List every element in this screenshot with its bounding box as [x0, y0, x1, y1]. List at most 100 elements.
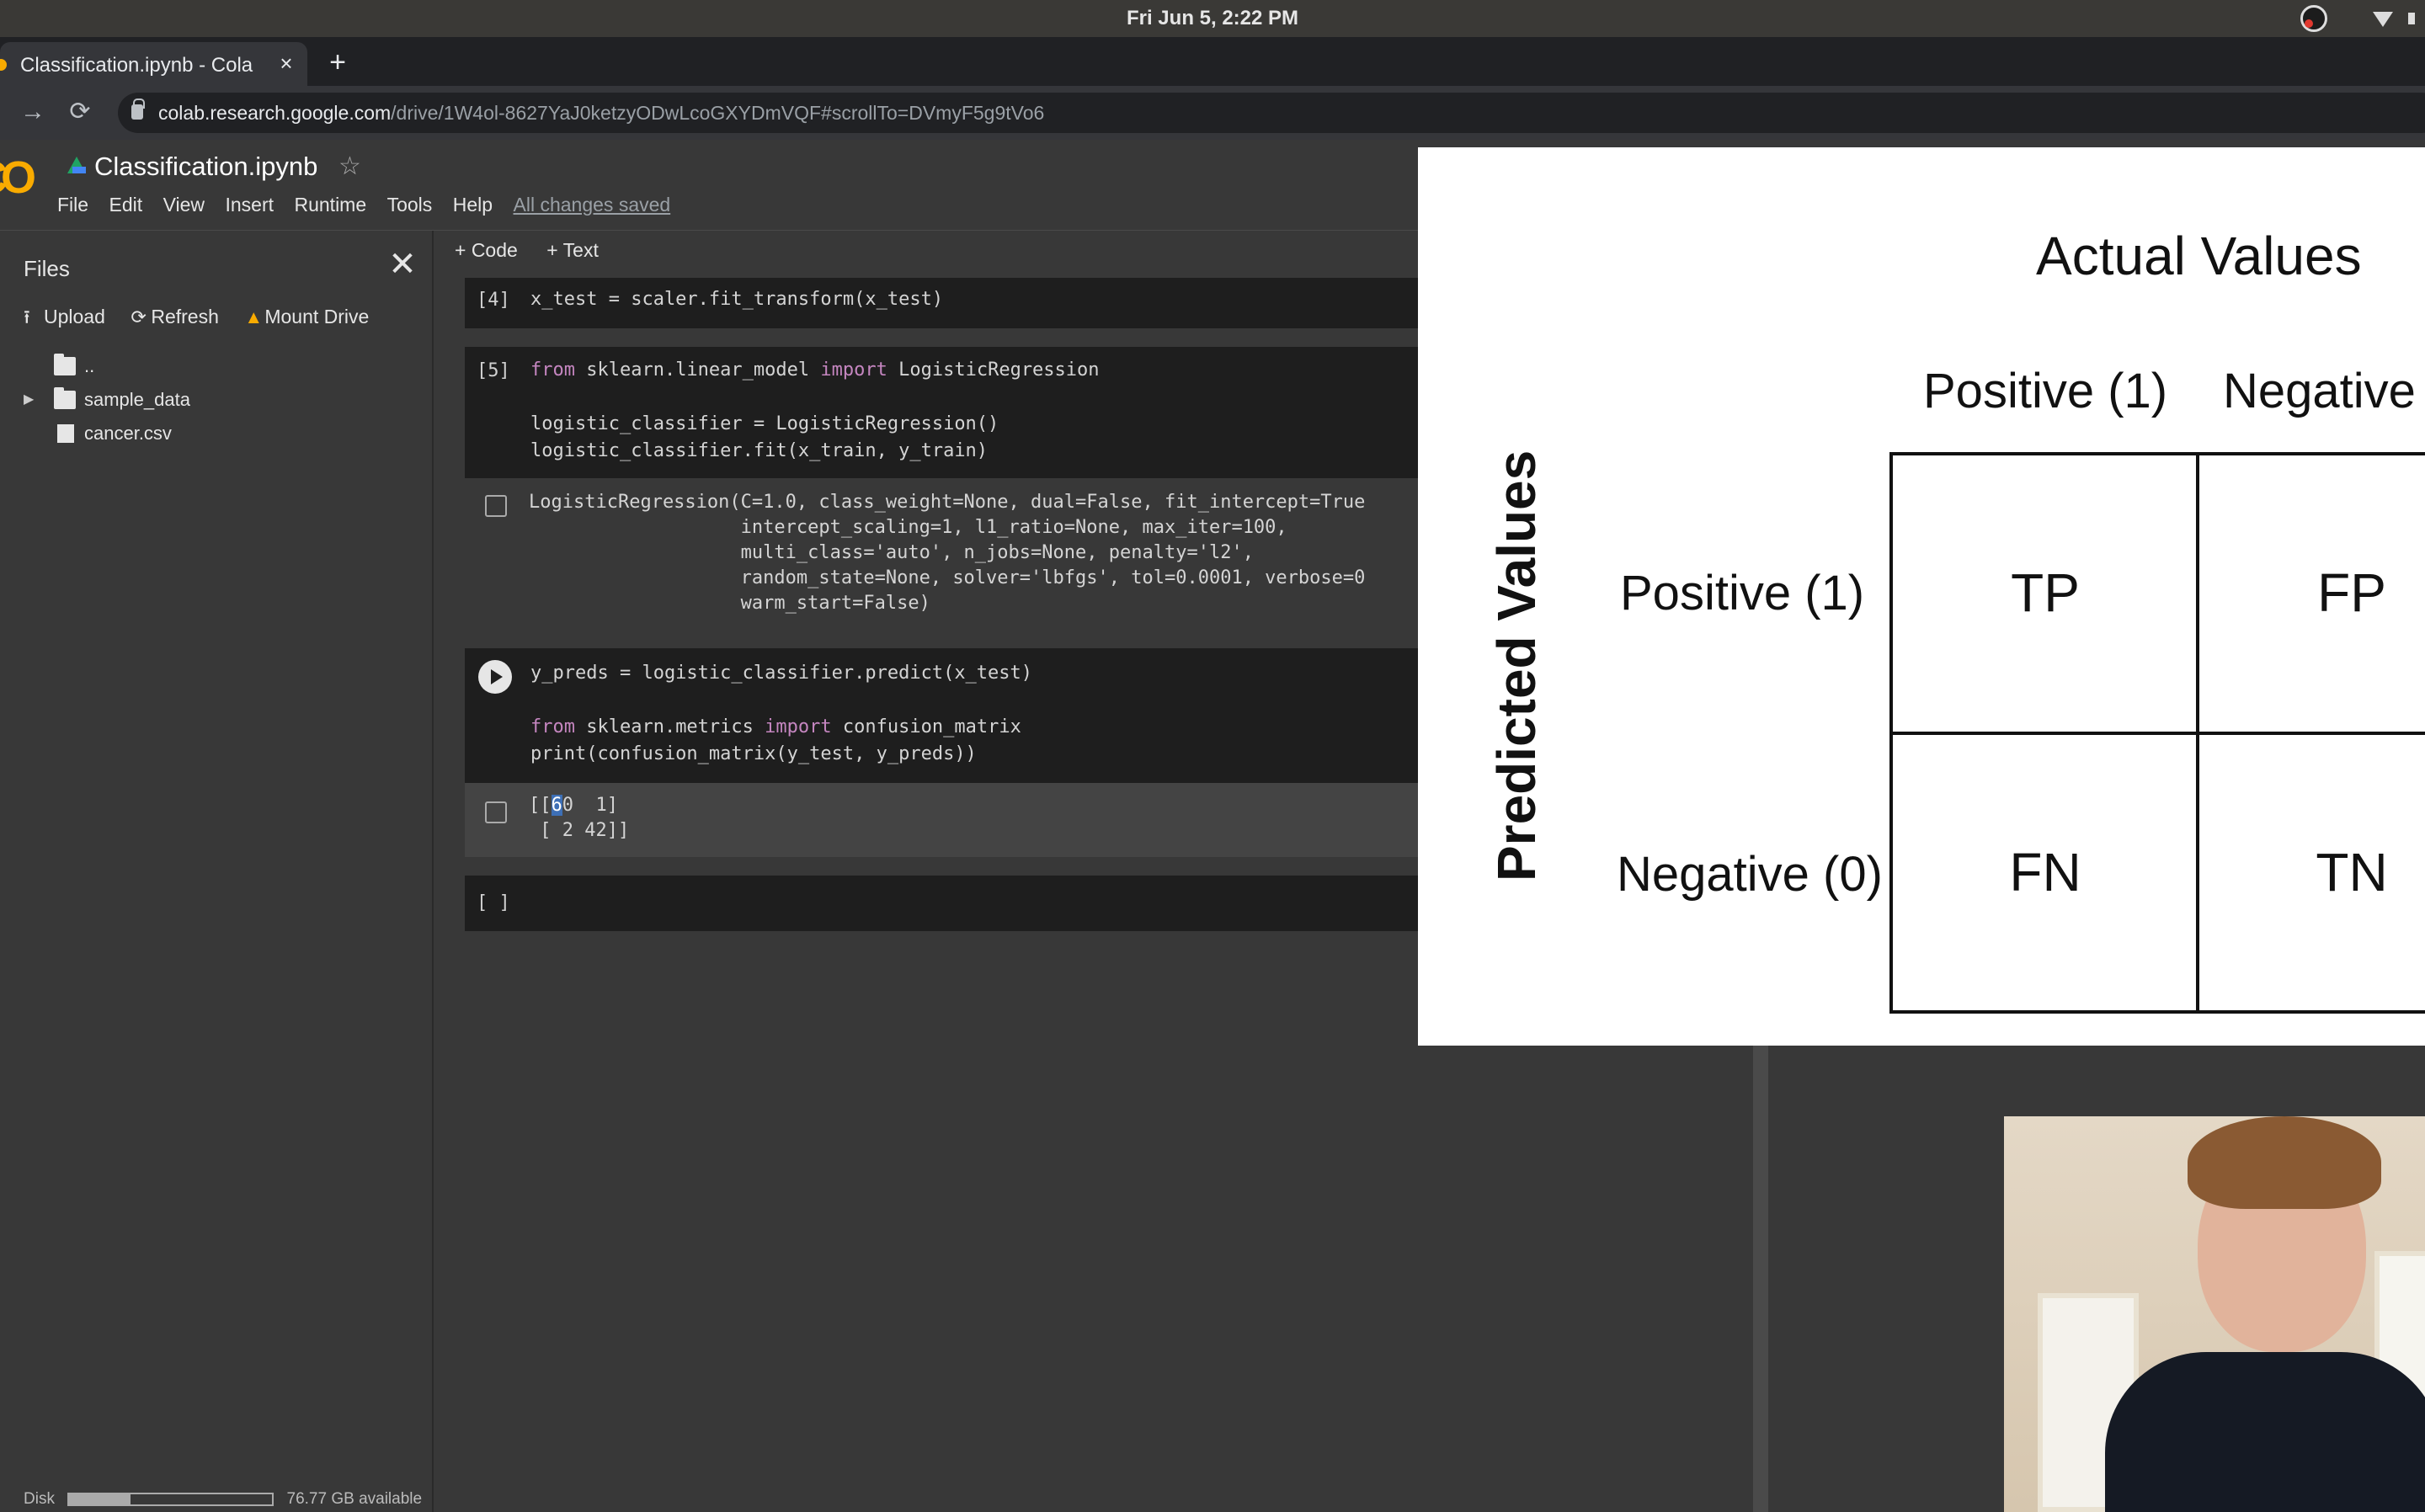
- menu-insert[interactable]: Insert: [226, 194, 274, 216]
- cell-code-line[interactable]: y_preds = logistic_classifier.predict(x_…: [530, 660, 1032, 687]
- volume-icon[interactable]: [2406, 5, 2425, 32]
- code-module: sklearn.linear_model: [574, 359, 821, 381]
- system-clock[interactable]: Fri Jun 5, 2:22 PM: [0, 7, 2425, 30]
- new-tab-button[interactable]: +: [323, 47, 352, 77]
- menu-runtime[interactable]: Runtime: [294, 194, 366, 216]
- menu-view[interactable]: View: [163, 194, 205, 216]
- menu-tools[interactable]: Tools: [387, 194, 433, 216]
- cell-code[interactable]: from sklearn.linear_model import Logisti…: [530, 357, 1100, 384]
- mount-drive-label: Mount Drive: [264, 306, 370, 327]
- cell-5-output: LogisticRegression(C=1.0, class_weight=N…: [465, 487, 1425, 628]
- code-keyword: from: [530, 359, 575, 381]
- url-host: colab.research.google.com: [158, 102, 392, 124]
- notebook-toolbar: + Code + Text: [455, 239, 624, 262]
- code-module: sklearn.metrics: [574, 716, 765, 737]
- code-name: LogisticRegression: [887, 359, 1100, 381]
- screen-recorder-icon[interactable]: [2300, 5, 2327, 32]
- tree-item-label: ..: [84, 355, 95, 376]
- tree-item-label: sample_data: [84, 389, 190, 410]
- cell-tp: TP: [2011, 562, 2080, 623]
- pane-splitter[interactable]: [1753, 1046, 1768, 1512]
- colab-logo[interactable]: CO: [0, 152, 42, 203]
- close-sidebar-icon[interactable]: ✕: [386, 248, 419, 281]
- cell-prompt: [ ]: [477, 892, 510, 913]
- address-bar[interactable]: colab.research.google.com/drive/1W4ol-86…: [118, 93, 2425, 133]
- browser-tab-colab[interactable]: Classification.ipynb - Cola ×: [0, 42, 307, 86]
- code-keyword: import: [765, 716, 832, 737]
- reload-icon[interactable]: ⟳: [66, 98, 94, 126]
- disk-usage-bar: [67, 1492, 274, 1506]
- row-header-positive: Positive (1): [1620, 566, 1865, 620]
- url-text[interactable]: colab.research.google.com/drive/1W4ol-86…: [158, 102, 1044, 125]
- browser-tab-strip: Classification.ipynb - Cola × +: [0, 37, 2425, 86]
- cell-prompt: [4]: [477, 290, 510, 311]
- menu-edit[interactable]: Edit: [109, 194, 143, 216]
- star-icon[interactable]: ☆: [338, 152, 361, 181]
- upload-icon: ⭱: [24, 306, 30, 327]
- browser-toolbar: → ⟳ colab.research.google.com/drive/1W4o…: [0, 86, 2425, 140]
- tree-item-label: cancer.csv: [84, 423, 172, 444]
- google-drive-icon: [67, 157, 86, 173]
- code-cell-5[interactable]: [5] from sklearn.linear_model import Log…: [465, 347, 1425, 478]
- code-keyword: from: [530, 716, 575, 737]
- folder-up-icon: [54, 354, 76, 375]
- refresh-icon: ⟳: [131, 306, 147, 327]
- cell-code-line[interactable]: logistic_classifier = LogisticRegression…: [530, 411, 999, 438]
- mount-drive-button[interactable]: ▲Mount Drive: [244, 306, 369, 328]
- drive-icon: ▲: [244, 306, 264, 327]
- run-cell-icon[interactable]: [478, 660, 512, 694]
- code-cell-6[interactable]: y_preds = logistic_classifier.predict(x_…: [465, 648, 1425, 783]
- refresh-label: Refresh: [151, 306, 219, 327]
- output-text[interactable]: [[60 1] [ 2 42]]: [529, 793, 629, 844]
- webcam-video: [2004, 1116, 2425, 1512]
- cell-fn: FN: [2009, 842, 2081, 902]
- code-cell-4[interactable]: [4] x_test = scaler.fit_transform(x_test…: [465, 278, 1425, 328]
- close-tab-icon[interactable]: ×: [274, 51, 298, 76]
- tab-title: Classification.ipynb - Cola: [20, 54, 253, 77]
- folder-icon: [54, 387, 76, 409]
- menu-bar: File Edit View Insert Runtime Tools Help…: [57, 194, 687, 219]
- add-text-button[interactable]: + Text: [546, 239, 599, 262]
- sidebar-actions: ⭱ Upload ⟳ Refresh ▲Mount Drive: [24, 303, 391, 335]
- confusion-matrix-slide: Actual Values Positive (1) Negative Posi…: [1418, 147, 2425, 1046]
- notebook-title[interactable]: Classification.ipynb: [94, 152, 317, 182]
- upload-button[interactable]: ⭱ Upload: [24, 303, 105, 335]
- wifi-icon[interactable]: [2369, 5, 2396, 32]
- system-top-bar: Fri Jun 5, 2:22 PM: [0, 0, 2425, 37]
- cell-code-line[interactable]: print(confusion_matrix(y_test, y_preds)): [530, 741, 977, 768]
- cell-fp: FP: [2317, 562, 2386, 623]
- save-status-link[interactable]: All changes saved: [514, 194, 671, 216]
- output-icon[interactable]: [485, 495, 507, 517]
- forward-arrow-icon[interactable]: →: [19, 98, 47, 126]
- row-header-negative: Negative (0): [1617, 847, 1883, 902]
- add-code-button[interactable]: + Code: [455, 239, 518, 262]
- cell-code[interactable]: from sklearn.metrics import confusion_ma…: [530, 714, 1021, 741]
- menu-file[interactable]: File: [57, 194, 88, 216]
- screen: Fri Jun 5, 2:22 PM Classification.ipynb …: [0, 0, 2425, 1512]
- cell-code[interactable]: x_test = scaler.fit_transform(x_test): [530, 286, 943, 313]
- y-axis-label: Predicted Values: [1486, 450, 1547, 881]
- cell-6-output: [[60 1] [ 2 42]]: [465, 783, 1425, 857]
- column-header-positive: Positive (1): [1923, 364, 2168, 418]
- sidebar-title: Files: [24, 256, 70, 281]
- cell-tn: TN: [2316, 842, 2388, 902]
- code-name: confusion_matrix: [831, 716, 1021, 737]
- refresh-button[interactable]: ⟳ Refresh: [131, 306, 219, 328]
- cell-code-line[interactable]: logistic_classifier.fit(x_train, y_train…: [530, 438, 988, 465]
- output-prefix: [[: [529, 795, 552, 816]
- url-path: /drive/1W4ol-8627YaJ0ketzyODwLcoGXYDmVQF…: [391, 102, 1045, 124]
- menu-help[interactable]: Help: [453, 194, 493, 216]
- disk-label: Disk: [24, 1490, 55, 1508]
- disk-usage-fill: [69, 1493, 131, 1504]
- empty-code-cell[interactable]: [ ]: [465, 876, 1425, 931]
- file-icon: [57, 424, 74, 443]
- disk-available: 76.77 GB available: [286, 1490, 423, 1508]
- slide-title: Actual Values: [2036, 226, 2362, 286]
- presenter-hair: [2188, 1116, 2381, 1209]
- files-sidebar: Files ✕ ⭱ Upload ⟳ Refresh ▲Mount Drive ..…: [0, 231, 434, 1512]
- output-icon[interactable]: [485, 801, 507, 823]
- expand-caret-icon[interactable]: ▶: [24, 391, 37, 407]
- disk-usage: Disk 76.77 GB available: [24, 1490, 422, 1509]
- selected-text: 6: [551, 795, 562, 816]
- code-keyword: import: [820, 359, 887, 381]
